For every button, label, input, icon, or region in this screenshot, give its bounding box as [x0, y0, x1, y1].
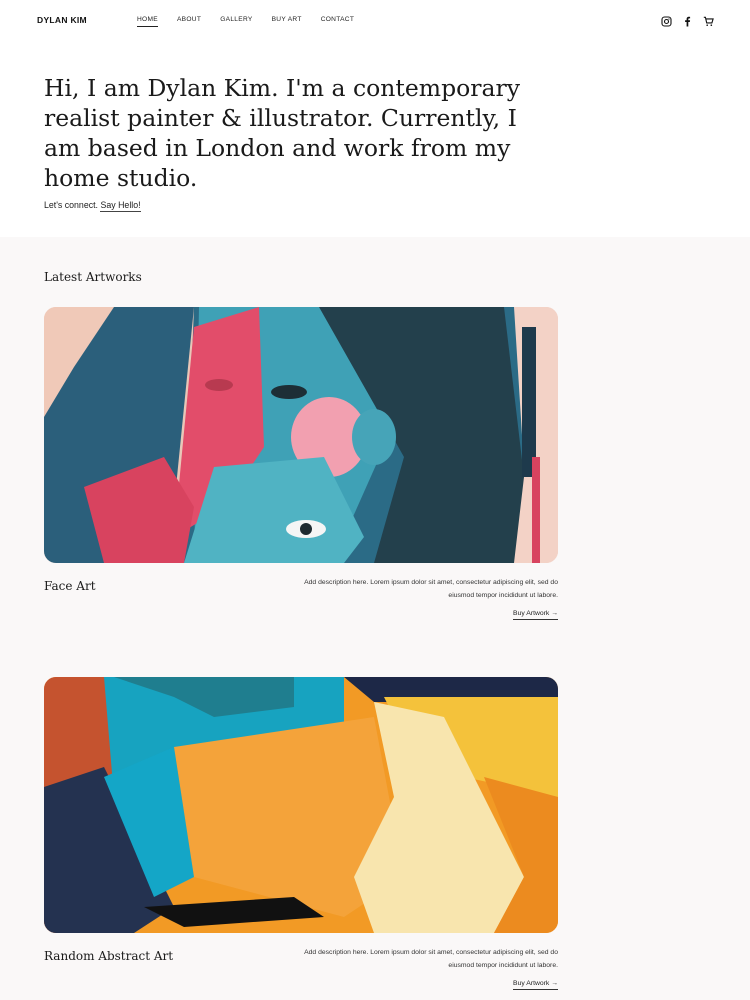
latest-artworks-title: Latest Artworks — [44, 270, 142, 284]
brand-logo[interactable]: DYLAN KIM — [37, 15, 87, 25]
nav-contact[interactable]: CONTACT — [321, 16, 354, 27]
buy-artwork-link[interactable]: Buy Artwork → — [513, 610, 558, 620]
instagram-icon[interactable] — [661, 14, 672, 27]
nav-about[interactable]: ABOUT — [177, 16, 201, 27]
connect-prefix: Let's connect. — [44, 200, 99, 210]
artwork-title: Random Abstract Art — [44, 949, 174, 963]
hero-heading: Hi, I am Dylan Kim. I'm a contemporary r… — [44, 74, 521, 192]
connect-line: Let's connect. Say Hello! — [44, 200, 141, 212]
main-menu: HOME ABOUT GALLERY BUY ART CONTACT — [137, 16, 373, 27]
artwork-image-face-art[interactable] — [44, 307, 558, 563]
nav-gallery[interactable]: GALLERY — [220, 16, 252, 27]
artwork-description: Add description here. Lorem ipsum dolor … — [304, 949, 558, 969]
artwork-description: Add description here. Lorem ipsum dolor … — [304, 579, 558, 599]
artwork-image-abstract-art[interactable] — [44, 677, 558, 933]
navbar: DYLAN KIM HOME ABOUT GALLERY BUY ART CON… — [0, 0, 750, 40]
nav-buy-art[interactable]: BUY ART — [272, 16, 302, 27]
header-section: DYLAN KIM HOME ABOUT GALLERY BUY ART CON… — [0, 0, 750, 237]
facebook-icon[interactable] — [682, 14, 693, 27]
cart-icon[interactable] — [703, 14, 714, 26]
social-icons — [661, 14, 714, 27]
buy-artwork-link[interactable]: Buy Artwork → — [513, 980, 558, 990]
nav-home[interactable]: HOME — [137, 16, 158, 27]
say-hello-link[interactable]: Say Hello! — [100, 200, 141, 212]
artwork-title: Face Art — [44, 579, 96, 593]
